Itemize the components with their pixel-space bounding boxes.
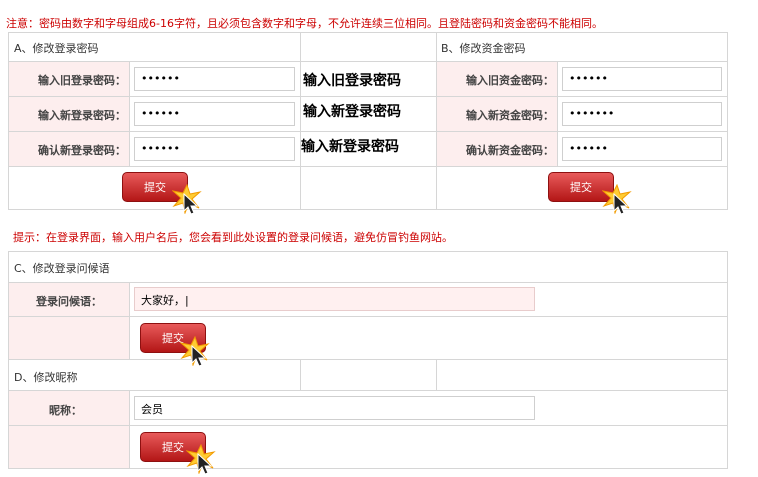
section-a-title: A、修改登录密码 (14, 42, 99, 55)
section-b-title: B、修改资金密码 (441, 42, 526, 55)
old-login-password-input[interactable]: •••••• (134, 67, 295, 91)
new-fund-password-input[interactable]: ••••••• (562, 102, 722, 126)
nickname-input[interactable]: 会员 (134, 396, 535, 420)
greeting-label: 登录问候语： (36, 295, 102, 308)
click-cursor-icon (172, 184, 201, 214)
section-d-title: D、修改昵称 (14, 371, 78, 384)
new-login-password-input[interactable]: •••••• (134, 102, 295, 126)
greeting-hint: 提示：在登录界面，输入用户名后，您会看到此处设置的登录问候语，避免仿冒钓鱼网站。 (13, 231, 453, 244)
nickname-label: 昵称： (49, 404, 82, 417)
annotation-confirm-login-password: 输入新登录密码 (301, 139, 399, 155)
click-cursor-icon (186, 444, 215, 474)
click-cursor-icon (180, 336, 209, 366)
annotation-old-login-password: 输入旧登录密码 (303, 73, 401, 89)
greeting-input[interactable]: 大家好，| (134, 287, 535, 311)
section-c-title: C、修改登录问候语 (14, 262, 110, 275)
confirm-fund-password-input[interactable]: •••••• (562, 137, 722, 161)
old-fund-password-label: 输入旧资金密码： (466, 74, 554, 87)
password-rules-notice: 注意：密码由数字和字母组成6-16字符，且必须包含数字和字母，不允许连续三位相同… (6, 17, 603, 30)
old-login-password-label: 输入旧登录密码： (38, 74, 126, 87)
new-login-password-label: 输入新登录密码： (38, 109, 126, 122)
confirm-fund-password-label: 确认新资金密码： (466, 144, 554, 157)
click-cursor-icon (602, 184, 631, 214)
confirm-login-password-label: 确认新登录密码： (38, 144, 126, 157)
confirm-login-password-input[interactable]: •••••• (134, 137, 295, 161)
annotation-new-login-password: 输入新登录密码 (303, 104, 401, 120)
old-fund-password-input[interactable]: •••••• (562, 67, 722, 91)
new-fund-password-label: 输入新资金密码： (466, 109, 554, 122)
